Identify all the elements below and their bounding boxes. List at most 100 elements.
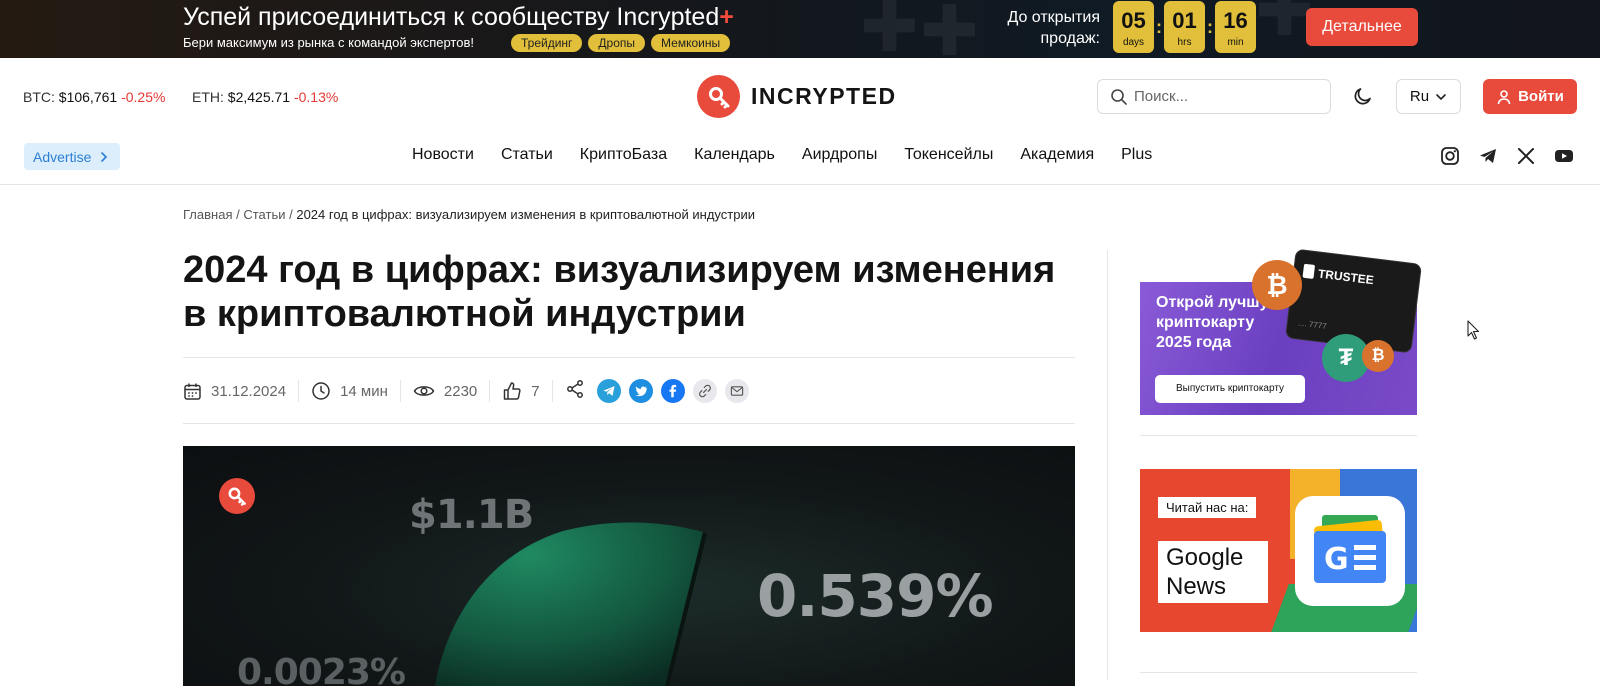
promo-title-plus: +	[719, 3, 734, 31]
chevron-right-icon	[101, 151, 108, 162]
advertise-button[interactable]: Advertise	[24, 143, 120, 170]
telegram-icon[interactable]	[1478, 146, 1498, 166]
ticker-label: BTC:	[23, 89, 55, 105]
countdown-value: 01	[1172, 8, 1197, 33]
google-news-icon: G	[1295, 496, 1405, 606]
countdown-value: 16	[1223, 8, 1248, 33]
google-news-ad[interactable]: Читай нас на: Google News G	[1140, 469, 1417, 632]
instagram-icon[interactable]	[1440, 146, 1460, 166]
hero-label-2: 0.539%	[757, 562, 994, 630]
promo-tag: Дропы	[588, 34, 646, 52]
card-number: .... 7777	[1297, 318, 1328, 331]
theme-toggle-button[interactable]	[1352, 85, 1376, 109]
advertise-label: Advertise	[33, 148, 92, 165]
ticker-label: ETH:	[192, 89, 224, 105]
ticker-change: -0.13%	[293, 89, 339, 105]
countdown-label: До открытия продаж:	[1007, 9, 1100, 47]
nav-item-airdrops[interactable]: Аирдропы	[802, 146, 877, 164]
share-email-icon[interactable]	[724, 379, 749, 403]
clock-icon	[312, 382, 330, 400]
nav-item-articles[interactable]: Статьи	[501, 146, 553, 164]
key-logo-icon	[697, 75, 740, 118]
breadcrumb: Главная / Статьи / 2024 год в цифрах: ви…	[183, 207, 755, 222]
main-nav: Новости Статьи КриптоБаза Календарь Аирд…	[412, 146, 1179, 164]
language-value: Ru	[1409, 88, 1430, 105]
nav-item-tokensales[interactable]: Токенсейлы	[904, 146, 993, 164]
nav-item-news[interactable]: Новости	[412, 146, 474, 164]
sidebar-separator	[1140, 435, 1417, 436]
promo-details-button[interactable]: Детальнее	[1306, 8, 1418, 46]
read-us-label: Читай нас на:	[1158, 497, 1257, 518]
crypto-card-ad[interactable]: Открой лучшую криптокарту 2025 года Выпу…	[1140, 248, 1423, 415]
countdown-unit: hrs	[1177, 37, 1192, 48]
sidebar-divider	[1107, 250, 1108, 680]
promo-title-text: Успей присоединиться к сообществу Incryp…	[183, 3, 720, 31]
social-links	[1440, 146, 1574, 166]
btc-ticker[interactable]: BTC: $106,761 -0.25%	[23, 89, 165, 105]
language-select[interactable]: Ru	[1396, 79, 1461, 114]
user-icon	[1497, 89, 1511, 104]
card-brand-icon	[1302, 263, 1316, 279]
views-value: 2230	[443, 382, 478, 400]
search-icon	[1111, 88, 1127, 105]
moon-icon	[1354, 88, 1371, 105]
nav-item-cryptobase[interactable]: КриптоБаза	[580, 146, 667, 164]
breadcrumb-home[interactable]: Главная	[183, 207, 232, 222]
nav-item-calendar[interactable]: Календарь	[694, 146, 775, 164]
meta-divider-top	[183, 357, 1075, 358]
share-twitter-icon[interactable]	[628, 379, 653, 403]
countdown: 05 days : 01 hrs : 16 min	[1113, 1, 1256, 53]
article-meta: 31.12.2024 14 мин 2230 7	[183, 379, 749, 403]
share-telegram-icon[interactable]	[596, 379, 621, 403]
eth-ticker[interactable]: ETH: $2,425.71 -0.13%	[192, 89, 338, 105]
decorative-plus-icon: ✚	[920, 0, 979, 58]
promo-banner[interactable]: ✚ ✚ ✚ Успей присоединиться к сообществу …	[0, 0, 1600, 58]
promo-tag: Мемкоины	[651, 34, 731, 52]
nav-item-plus[interactable]: Plus	[1121, 146, 1152, 164]
countdown-separator: :	[1207, 16, 1213, 37]
share-icon[interactable]	[565, 379, 585, 403]
svg-text:G: G	[1324, 542, 1349, 577]
article-hero-image: $1.1B 0.539% 0.0023%	[183, 446, 1075, 686]
breadcrumb-current: 2024 год в цифрах: визуализируем изменен…	[296, 207, 755, 222]
breadcrumb-section[interactable]: Статьи	[243, 207, 285, 222]
countdown-unit: days	[1122, 37, 1145, 48]
x-icon[interactable]	[1516, 146, 1536, 166]
bitcoin-coin-icon: ₿	[1252, 260, 1302, 310]
countdown-separator: :	[1156, 16, 1162, 37]
nav-item-academy[interactable]: Академия	[1020, 146, 1094, 164]
ticker-price: $106,761	[58, 89, 118, 105]
meta-divider-bottom	[183, 423, 1075, 424]
search-input[interactable]	[1134, 88, 1314, 105]
bitcoin-coin-small-icon: ₿	[1362, 340, 1394, 372]
article-title: 2024 год в цифрах: визуализируем изменен…	[183, 249, 1056, 335]
card-brand: TRUSTEE	[1317, 266, 1375, 288]
header-divider	[0, 184, 1600, 185]
calendar-icon	[184, 383, 201, 400]
hero-label-3: 0.0023%	[237, 652, 406, 686]
youtube-icon[interactable]	[1554, 146, 1574, 166]
mouse-cursor-icon	[1467, 320, 1480, 340]
like-button[interactable]: 7	[502, 380, 553, 402]
hero-label-1: $1.1B	[409, 492, 534, 538]
chevron-down-icon	[1436, 93, 1446, 100]
promo-title: Успей присоединиться к сообществу Incryp…	[183, 3, 734, 32]
ticker-price: $2,425.71	[227, 89, 291, 105]
login-button[interactable]: Войти	[1483, 79, 1577, 114]
ticker-change: -0.25%	[121, 89, 166, 105]
likes-value: 7	[531, 382, 540, 400]
login-label: Войти	[1518, 88, 1564, 105]
share-facebook-icon[interactable]	[660, 379, 685, 403]
promo-tags: Трейдинг Дропы Мемкоины	[511, 34, 731, 52]
logo-text: INCRYPTED	[751, 83, 897, 109]
article-views: 2230	[413, 380, 491, 402]
article-read-time: 14 мин	[311, 380, 401, 402]
sidebar-separator	[1140, 672, 1417, 673]
site-logo[interactable]: INCRYPTED	[697, 75, 897, 118]
read-time-value: 14 мин	[340, 382, 388, 400]
copy-link-icon[interactable]	[692, 379, 717, 403]
search-box[interactable]	[1097, 79, 1331, 114]
issue-card-button[interactable]: Выпустить криптокарту	[1155, 375, 1305, 403]
countdown-value: 05	[1121, 8, 1146, 33]
hero-logo-icon	[219, 478, 255, 514]
